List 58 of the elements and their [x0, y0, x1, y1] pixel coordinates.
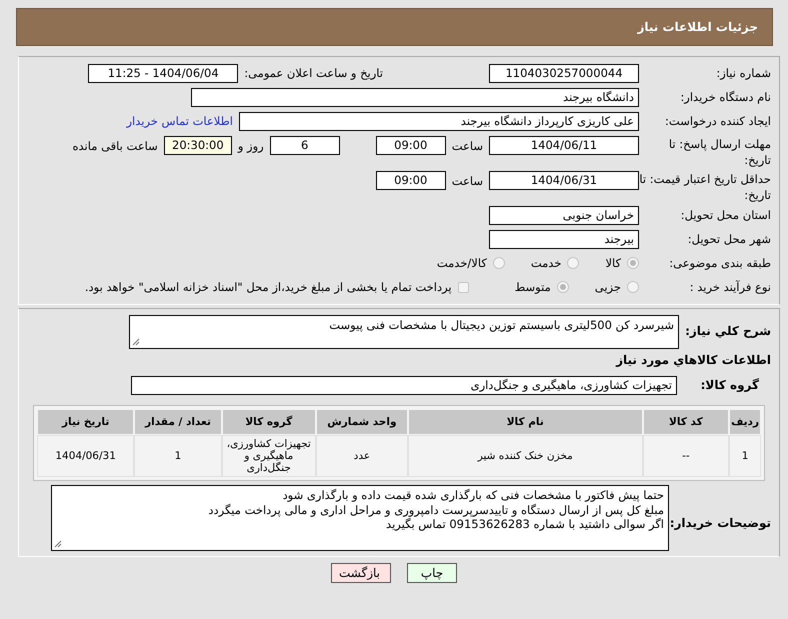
print-button[interactable]: چاپ — [407, 563, 457, 583]
field-label: حداقل تاریخ اعتبار قیمت: تا تاریخ: — [639, 171, 771, 203]
contact-link[interactable]: اطلاعات تماس خریدار — [126, 114, 233, 128]
column-header: نام کالا — [408, 410, 642, 434]
resize-grip-icon[interactable] — [132, 338, 140, 346]
column-header: ردیف — [730, 410, 760, 434]
buyer-notes-field: حتما پیش فاکتور با مشخصات فنی که بارگذاری شده قیمت داده و بارگذاری شود مبلغ کل پس از ارسال دستگاه و تاییدسرپرست دامپروری و مراحل اداری و مالی پرداخت میگردد اگر سوالی داشتید با شماره 09153626283 تماس بگیرید — [51, 485, 669, 551]
field-label: نام دستگاه خریدار: — [680, 89, 771, 105]
city-field: بیرجند — [489, 230, 639, 248]
date-field: 1404/06/31 — [489, 171, 639, 190]
column-header: تعداد / مقدار — [135, 410, 221, 434]
radio-label: خدمت — [530, 256, 562, 270]
radio-button[interactable] — [556, 281, 569, 293]
field-label: طبقه بندی موضوعی: — [669, 255, 771, 271]
radio-label: جزیی — [594, 280, 621, 294]
radio-button[interactable] — [567, 257, 580, 269]
column-header: واحد شمارش — [316, 410, 407, 434]
column-header: تاریخ نیاز — [38, 410, 134, 434]
field-label: ساعت — [452, 174, 483, 188]
province-field: خراسان جنوبی — [489, 206, 639, 224]
checkbox[interactable] — [458, 282, 469, 292]
need-number-field: 1104030257000044 — [489, 64, 639, 82]
section-heading: اطلاعات كالاهاي مورد نياز — [616, 353, 771, 367]
field-label: گروه کالا: — [700, 377, 759, 393]
column-header: کد کالا — [644, 410, 728, 434]
field-label: ساعت باقی مانده — [72, 138, 158, 152]
resize-grip-icon[interactable] — [54, 540, 62, 548]
page-title: جزئیات اطلاعات نیاز — [637, 20, 758, 34]
field-label: شرح کلي نياز: — [685, 323, 771, 339]
field-label: شماره نیاز: — [716, 65, 771, 81]
column-header: گروه کالا — [222, 410, 315, 434]
field-label: توضیحات خریدار: — [670, 515, 771, 531]
field-label: تاریخ و ساعت اعلان عمومی: — [244, 66, 383, 80]
buyer-org-field: دانشگاه بیرجند — [191, 88, 639, 106]
radio-label: کالا/خدمت — [436, 256, 487, 270]
field-label: ایجاد کننده درخواست: — [665, 113, 771, 129]
radio-button[interactable] — [492, 257, 505, 269]
goods-group-field: تجهیزات کشاورزی، ماهیگیری و جنگل‌داری — [131, 376, 677, 394]
back-button[interactable]: بازگشت — [331, 563, 391, 583]
field-label: روز و — [238, 138, 264, 152]
field-label: نوع فرآیند خرید : — [690, 279, 771, 295]
remaining-time-field: 20:30:00 — [164, 136, 232, 155]
radio-label: متوسط — [514, 280, 551, 294]
announce-date-field: 1404/06/04 - 11:25 — [88, 64, 238, 82]
field-label: شهر محل تحویل: — [688, 231, 771, 247]
field-label: مهلت ارسال پاسخ: تا تاریخ: — [668, 136, 771, 168]
requester-field: علی کاریزی کارپرداز دانشگاه بیرجند — [239, 112, 639, 130]
radio-button[interactable] — [627, 281, 639, 293]
field-label: استان محل تحویل: — [680, 207, 771, 223]
field-label: ساعت — [452, 138, 483, 152]
radio-button[interactable] — [627, 257, 639, 269]
description-field: شیرسرد کن 500لیتری باسیستم توزین دیجیتال با مشخصات فنی پیوست — [129, 315, 679, 349]
time-field: 09:00 — [376, 171, 446, 190]
radio-label: کالا — [605, 256, 621, 270]
date-field: 1404/06/11 — [489, 136, 639, 155]
time-field: 09:00 — [376, 136, 446, 155]
checkbox-label: پرداخت تمام یا بخشی از مبلغ خرید،از محل "اسناد خزانه اسلامی" خواهد بود. — [84, 280, 452, 294]
days-field: 6 — [270, 136, 340, 155]
